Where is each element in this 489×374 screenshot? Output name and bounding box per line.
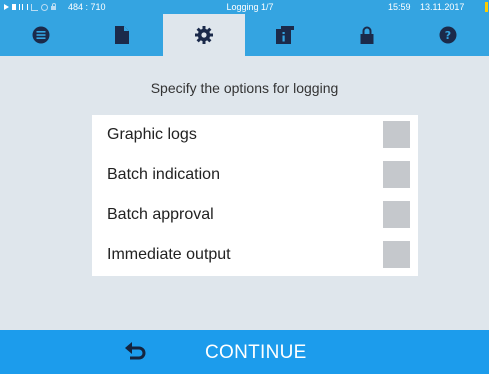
status-icons xyxy=(4,0,56,14)
status-time: 15:59 xyxy=(388,2,411,12)
option-batch-approval[interactable]: Batch approval xyxy=(92,195,418,235)
option-graphic-logs[interactable]: Graphic logs xyxy=(92,115,418,155)
status-title: Logging 1/7 xyxy=(226,2,274,12)
instruction-text: Specify the options for logging xyxy=(150,80,339,96)
back-button[interactable] xyxy=(125,340,149,367)
option-checkbox[interactable] xyxy=(383,121,410,148)
continue-button[interactable]: CONTINUE xyxy=(205,342,307,364)
status-date: 13.11.2017 xyxy=(420,2,465,12)
option-label: Immediate output xyxy=(107,246,231,263)
options-panel: Graphic logs Batch indication Batch appr… xyxy=(92,115,418,276)
tab-bar: ? xyxy=(0,14,489,56)
document-icon xyxy=(115,26,130,44)
tab-info[interactable] xyxy=(245,14,327,56)
help-icon: ? xyxy=(439,26,457,44)
option-checkbox[interactable] xyxy=(383,161,410,188)
lock-icon xyxy=(360,26,374,44)
option-immediate-output[interactable]: Immediate output xyxy=(92,235,418,275)
heater-icon xyxy=(19,4,28,10)
gear-icon xyxy=(194,26,213,44)
tab-list[interactable] xyxy=(0,14,82,56)
document-status-icon xyxy=(12,4,16,10)
svg-text:?: ? xyxy=(445,29,451,42)
status-marker xyxy=(485,2,488,12)
lock-status-icon xyxy=(51,3,56,10)
graph-icon xyxy=(31,3,38,11)
play-icon xyxy=(4,4,9,10)
clock-icon xyxy=(41,3,48,11)
tab-document[interactable] xyxy=(82,14,164,56)
option-label: Batch indication xyxy=(107,166,220,183)
info-document-icon xyxy=(276,26,295,44)
option-label: Batch approval xyxy=(107,206,214,223)
bottom-bar: CONTINUE xyxy=(0,330,489,374)
option-checkbox[interactable] xyxy=(383,201,410,228)
option-label: Graphic logs xyxy=(107,126,197,143)
tab-help[interactable]: ? xyxy=(408,14,489,56)
tab-lock[interactable] xyxy=(326,14,408,56)
option-checkbox[interactable] xyxy=(383,241,410,268)
status-coords: 484 : 710 xyxy=(68,2,106,12)
status-bar: 484 : 710 Logging 1/7 15:59 13.11.2017 xyxy=(0,0,489,14)
list-icon xyxy=(32,26,50,44)
option-batch-indication[interactable]: Batch indication xyxy=(92,155,418,195)
return-arrow-icon xyxy=(125,342,146,360)
tab-settings[interactable] xyxy=(163,14,245,56)
